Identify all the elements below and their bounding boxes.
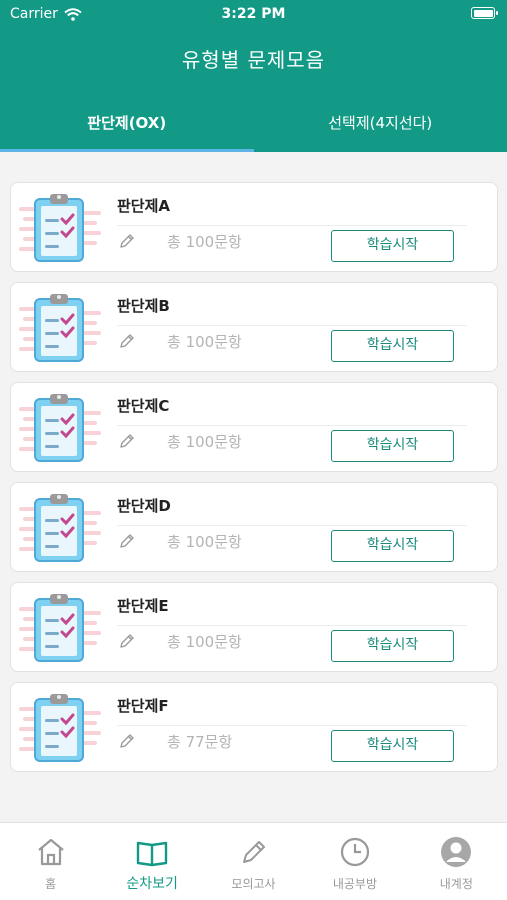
bottom-nav: 홈 순차보기 모의고사 내공부방 내계정 [0, 822, 507, 900]
status-bar: Carrier 3:22 PM [0, 0, 507, 28]
clipboard-icon [19, 489, 101, 567]
tab-multiple-choice[interactable]: 선택제(4지선다) [254, 100, 507, 152]
card-divider [117, 525, 467, 526]
question-count: 총 77문항 [167, 733, 233, 751]
card-divider [117, 325, 467, 326]
pencil-icon [119, 333, 135, 349]
problem-set-card: 판단제A 총 100문항 학습시작 [10, 182, 498, 272]
card-title: 판단제F [117, 697, 169, 715]
problem-set-card: 판단제D 총 100문항 학습시작 [10, 482, 498, 572]
question-count: 총 100문항 [167, 433, 242, 451]
start-study-button[interactable]: 학습시작 [331, 430, 454, 462]
card-divider [117, 725, 467, 726]
nav-mock-exam[interactable]: 모의고사 [203, 823, 304, 900]
clipboard-icon [19, 189, 101, 267]
card-divider [117, 225, 467, 226]
clipboard-icon [19, 589, 101, 667]
nav-account-label: 내계정 [439, 877, 473, 891]
question-count: 총 100문항 [167, 233, 242, 251]
clipboard-icon [19, 389, 101, 467]
pencil-icon [119, 433, 135, 449]
problem-set-card: 판단제C 총 100문항 학습시작 [10, 382, 498, 472]
card-title: 판단제E [117, 597, 169, 615]
battery-icon [471, 7, 498, 19]
card-title: 판단제C [117, 397, 170, 415]
home-icon [37, 838, 64, 866]
status-time: 3:22 PM [221, 6, 286, 22]
card-title: 판단제D [117, 497, 171, 515]
clipboard-icon [19, 689, 101, 767]
card-title: 판단제A [117, 197, 171, 215]
problem-set-card: 판단제F 총 77문항 학습시작 [10, 682, 498, 772]
pencil-icon [119, 533, 135, 549]
tab-ox[interactable]: 판단제(OX) [0, 100, 254, 152]
problem-set-list: 판단제A 총 100문항 학습시작 판단제B 총 100문항 학습시작 판단제C… [10, 182, 498, 782]
user-icon [441, 837, 472, 867]
question-count: 총 100문항 [167, 333, 242, 351]
app-header: Carrier 3:22 PM 유형별 문제모음 판단제(OX) 선택제(4지선… [0, 0, 507, 152]
nav-study-room[interactable]: 내공부방 [304, 823, 405, 900]
book-icon [136, 841, 168, 867]
start-study-button[interactable]: 학습시작 [331, 630, 454, 662]
start-study-button[interactable]: 학습시작 [331, 330, 454, 362]
nav-sequential[interactable]: 순차보기 [101, 823, 202, 900]
nav-sequential-label: 순차보기 [126, 876, 178, 892]
card-title: 판단제B [117, 297, 170, 315]
clipboard-icon [19, 289, 101, 367]
pencil-icon [242, 841, 265, 863]
nav-mock-exam-label: 모의고사 [231, 877, 276, 891]
pencil-icon [119, 233, 135, 249]
start-study-button[interactable]: 학습시작 [331, 230, 454, 262]
pencil-icon [119, 733, 135, 749]
tab-bar: 판단제(OX) 선택제(4지선다) [0, 100, 507, 152]
nav-home-label: 홈 [45, 877, 57, 891]
card-divider [117, 425, 467, 426]
pencil-icon [119, 633, 135, 649]
nav-account[interactable]: 내계정 [406, 823, 507, 900]
nav-study-room-label: 내공부방 [332, 877, 377, 891]
nav-home[interactable]: 홈 [0, 823, 101, 900]
start-study-button[interactable]: 학습시작 [331, 530, 454, 562]
clock-icon [340, 837, 370, 867]
problem-set-card: 판단제B 총 100문항 학습시작 [10, 282, 498, 372]
start-study-button[interactable]: 학습시작 [331, 730, 454, 762]
page-title: 유형별 문제모음 [181, 48, 326, 72]
card-divider [117, 625, 467, 626]
question-count: 총 100문항 [167, 533, 242, 551]
question-count: 총 100문항 [167, 633, 242, 651]
problem-set-card: 판단제E 총 100문항 학습시작 [10, 582, 498, 672]
